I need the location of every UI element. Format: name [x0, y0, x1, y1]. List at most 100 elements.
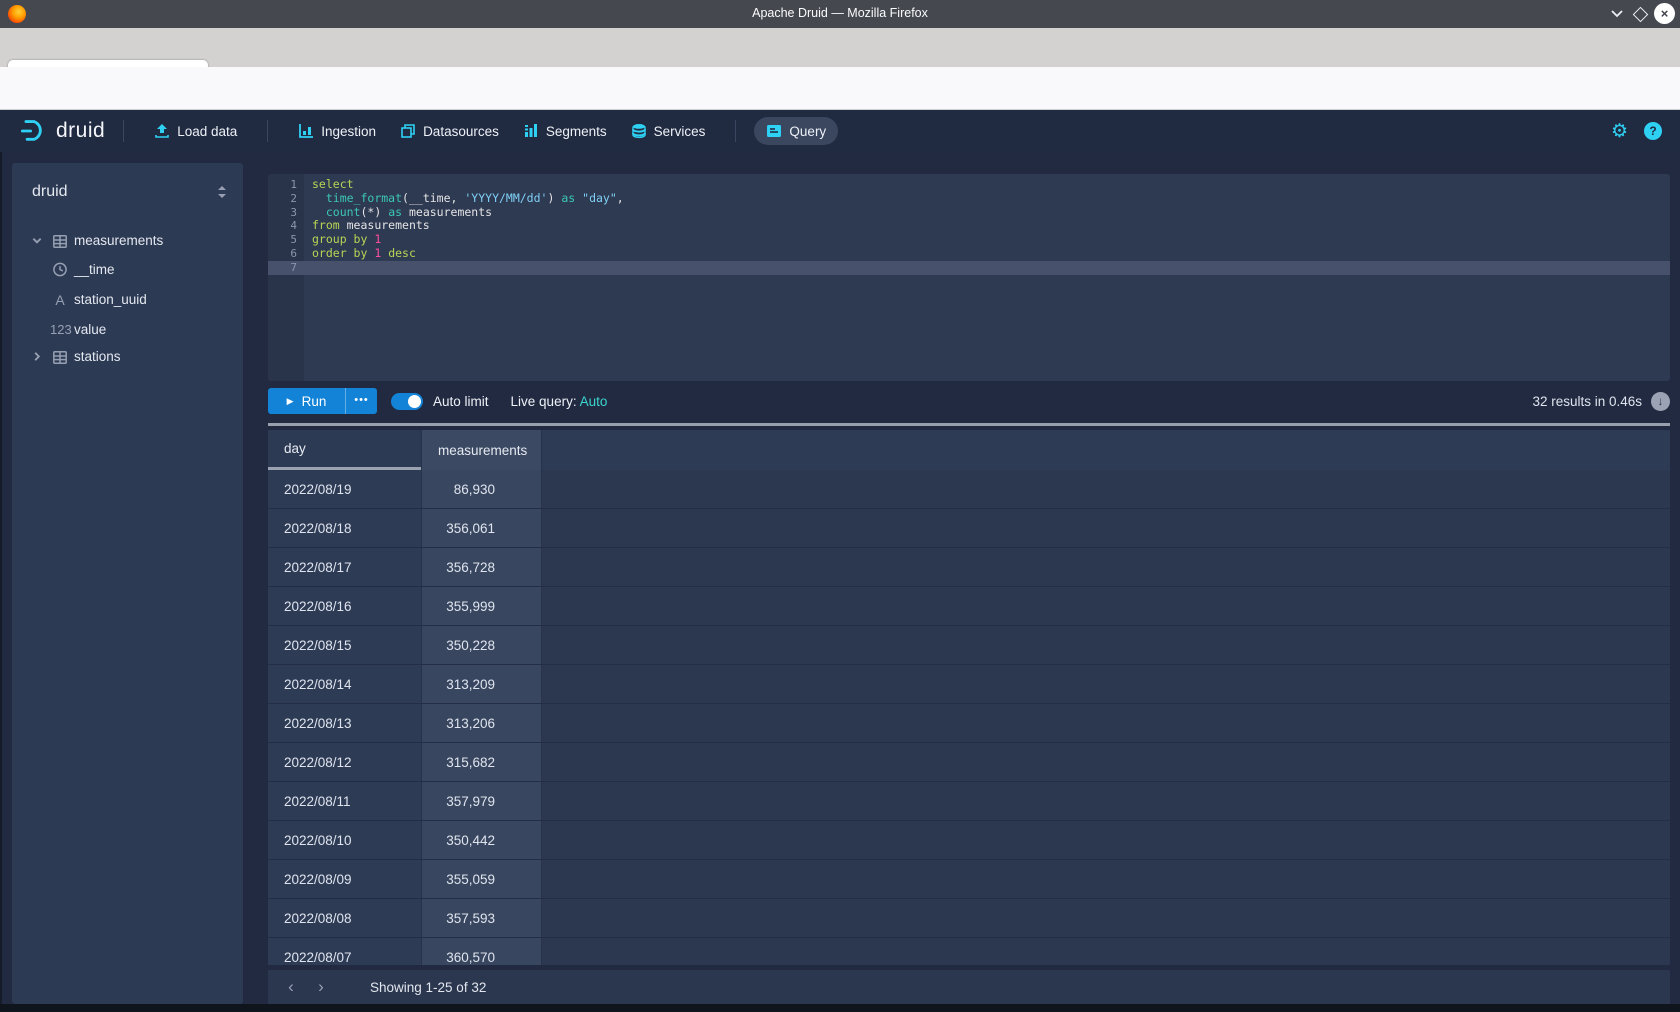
line-number: 7 — [268, 261, 304, 275]
line-number: 4 — [268, 219, 304, 233]
table-body: 2022/08/1986,9302022/08/18356,0612022/08… — [268, 470, 1670, 965]
nav-datasources[interactable]: Datasources — [388, 117, 511, 145]
pane-splitter[interactable] — [268, 423, 1670, 426]
cell-value: 357,979 — [438, 794, 495, 809]
schema-selector[interactable]: druid — [32, 183, 228, 201]
nav-label: Query — [789, 124, 826, 139]
nav-query[interactable]: Query — [754, 117, 838, 145]
tree-item-station-uuid[interactable]: A station_uuid — [12, 285, 243, 314]
ingestion-icon — [298, 123, 314, 139]
cell-measurements[interactable]: 360,570 — [421, 938, 542, 965]
settings-gear-icon[interactable]: ⚙ — [1611, 120, 1628, 143]
download-icon[interactable]: ↓ — [1651, 392, 1670, 411]
cell-measurements[interactable]: 355,059 — [421, 860, 542, 898]
row-filler — [542, 860, 1670, 898]
cell-value: 313,206 — [438, 716, 495, 731]
cell-measurements[interactable]: 357,593 — [421, 899, 542, 937]
cell-measurements[interactable]: 350,442 — [421, 821, 542, 859]
run-more-button[interactable]: ••• — [345, 388, 377, 414]
tree-item-value[interactable]: 123 value — [12, 315, 243, 344]
chevron-down-icon[interactable] — [30, 235, 44, 246]
cell-measurements[interactable]: 313,206 — [421, 704, 542, 742]
clock-icon — [50, 262, 70, 277]
chevron-right-icon[interactable] — [30, 351, 44, 362]
double-caret-icon[interactable] — [216, 183, 228, 201]
auto-limit-toggle[interactable] — [391, 393, 423, 410]
cell-value: 357,593 — [438, 911, 495, 926]
tree-label: value — [74, 322, 106, 337]
tree-item-time[interactable]: __time — [12, 255, 243, 284]
table-icon — [50, 351, 70, 364]
run-button[interactable]: ▶ Run — [268, 388, 345, 414]
cell-day[interactable]: 2022/08/18 — [268, 509, 421, 547]
code-token: desc — [388, 246, 416, 260]
pagination-bar: ‹ › Showing 1-25 of 32 — [268, 970, 1670, 1004]
column-header-day[interactable]: day — [268, 430, 421, 470]
live-query: Live query: Auto — [511, 394, 608, 409]
cell-value: 356,728 — [438, 560, 495, 575]
code-token: 'YYYY/MM/dd' — [464, 191, 547, 205]
page-prev-icon[interactable]: ‹ — [276, 977, 306, 997]
cell-value: 360,570 — [438, 950, 495, 965]
cell-measurements[interactable]: 350,228 — [421, 626, 542, 664]
divider — [267, 120, 268, 142]
column-header-measurements[interactable]: measurements — [421, 430, 542, 470]
cell-day[interactable]: 2022/08/19 — [268, 470, 421, 508]
cell-measurements[interactable]: 357,979 — [421, 782, 542, 820]
tree-item-stations[interactable]: stations — [12, 342, 243, 371]
cell-day[interactable]: 2022/08/12 — [268, 743, 421, 781]
cell-day[interactable]: 2022/08/15 — [268, 626, 421, 664]
druid-logo[interactable]: druid — [18, 118, 105, 144]
cell-measurements[interactable]: 313,209 — [421, 665, 542, 703]
cell-measurements[interactable]: 86,930 — [421, 470, 542, 508]
cell-value: 350,442 — [438, 833, 495, 848]
live-query-value[interactable]: Auto — [580, 394, 608, 409]
tree-item-measurements[interactable]: measurements — [12, 226, 243, 255]
cell-day[interactable]: 2022/08/16 — [268, 587, 421, 625]
nav-services[interactable]: Services — [619, 117, 718, 145]
run-toolbar: ▶ Run ••• Auto limit Live query: Auto 32… — [268, 388, 1670, 414]
auto-limit-label: Auto limit — [433, 394, 489, 409]
cell-value: 86,930 — [438, 482, 495, 497]
window-minimize-icon[interactable] — [1608, 4, 1626, 22]
table-icon — [50, 235, 70, 248]
table-row: 2022/08/15350,228 — [268, 626, 1670, 665]
cell-day[interactable]: 2022/08/14 — [268, 665, 421, 703]
cell-measurements[interactable]: 315,682 — [421, 743, 542, 781]
number-type-icon: 123 — [50, 322, 70, 337]
cell-measurements[interactable]: 355,999 — [421, 587, 542, 625]
nav-ingestion[interactable]: Ingestion — [286, 117, 388, 145]
run-label: Run — [302, 394, 327, 409]
code-token — [312, 191, 326, 205]
editor-code[interactable]: select time_format(__time, 'YYYY/MM/dd')… — [304, 174, 1670, 381]
sql-editor[interactable]: 1234567 select time_format(__time, 'YYYY… — [268, 174, 1670, 381]
druid-logo-icon — [18, 118, 48, 144]
code-token: 1 — [374, 232, 381, 246]
result-status-text: 32 results in 0.46s — [1532, 394, 1642, 409]
cell-day[interactable]: 2022/08/13 — [268, 704, 421, 742]
row-filler — [542, 899, 1670, 937]
cell-day[interactable]: 2022/08/11 — [268, 782, 421, 820]
cell-value: 313,209 — [438, 677, 495, 692]
table-row: 2022/08/16355,999 — [268, 587, 1670, 626]
tree-label: measurements — [74, 233, 163, 248]
query-icon — [766, 123, 782, 139]
header-filler — [542, 430, 1670, 470]
page-next-icon[interactable]: › — [306, 977, 336, 997]
result-status: 32 results in 0.46s ↓ — [1532, 392, 1670, 411]
cell-day[interactable]: 2022/08/07 — [268, 938, 421, 965]
cell-day[interactable]: 2022/08/10 — [268, 821, 421, 859]
cell-day[interactable]: 2022/08/09 — [268, 860, 421, 898]
help-icon[interactable]: ? — [1644, 122, 1662, 140]
nav-load-data[interactable]: Load data — [142, 117, 249, 145]
table-row: 2022/08/08 357,593 — [268, 899, 1670, 938]
window-close-icon[interactable]: × — [1654, 3, 1675, 24]
cell-day[interactable]: 2022/08/08 — [268, 899, 421, 937]
line-number: 3 — [268, 206, 304, 220]
nav-segments[interactable]: Segments — [511, 117, 619, 145]
cell-measurements[interactable]: 356,728 — [421, 548, 542, 586]
cell-day[interactable]: 2022/08/17 — [268, 548, 421, 586]
pagination-label: Showing 1-25 of 32 — [370, 980, 486, 995]
cell-measurements[interactable]: 356,061 — [421, 509, 542, 547]
table-row: 2022/08/19 86,930 — [268, 470, 1670, 509]
